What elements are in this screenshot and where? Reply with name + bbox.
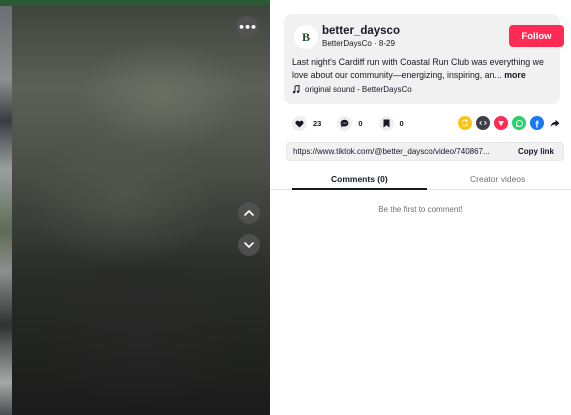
comment-button[interactable]: 0 xyxy=(337,116,363,131)
heart-icon xyxy=(295,120,304,128)
author-username[interactable]: better_daysco xyxy=(322,25,400,37)
post-detail-panel: B better_daysco BetterDaysCo · 8-29 Foll… xyxy=(270,0,571,415)
like-icon-wrap xyxy=(292,116,307,131)
previous-video-button[interactable] xyxy=(238,202,260,224)
avatar-letter: B xyxy=(301,29,310,44)
caption-more-link[interactable]: more xyxy=(504,70,526,80)
video-frame[interactable] xyxy=(12,6,270,415)
follow-button[interactable]: Follow xyxy=(509,25,564,47)
active-tab-indicator xyxy=(292,188,427,190)
send-icon xyxy=(498,121,504,126)
share-arrow-icon xyxy=(550,119,560,127)
post-caption: Last night's Cardiff run with Coastal Ru… xyxy=(292,56,556,81)
tab-comments[interactable]: Comments (0) xyxy=(331,174,388,184)
comments-tabs: Comments (0) Creator videos xyxy=(270,170,571,190)
bookmark-icon xyxy=(383,119,390,128)
facebook-icon xyxy=(535,120,539,127)
next-video-button[interactable] xyxy=(238,234,260,256)
previous-video-thumbnail xyxy=(0,6,12,415)
comment-icon-wrap xyxy=(337,116,353,131)
empty-comments-message: Be the first to comment! xyxy=(378,205,463,214)
repost-button[interactable] xyxy=(458,116,472,130)
embed-button[interactable] xyxy=(476,116,490,130)
chevron-up-icon xyxy=(244,210,254,216)
ellipsis-icon: ••• xyxy=(237,20,257,34)
avatar[interactable]: B xyxy=(294,25,318,49)
comment-count: 0 xyxy=(358,119,363,128)
share-icons xyxy=(458,116,562,130)
save-button[interactable]: 0 xyxy=(378,116,404,131)
post-date: 8-29 xyxy=(378,39,395,48)
whatsapp-icon xyxy=(515,119,523,127)
like-button[interactable]: 23 xyxy=(292,116,321,131)
like-count: 23 xyxy=(313,119,322,128)
facebook-share-button[interactable] xyxy=(530,116,544,130)
save-count: 0 xyxy=(399,119,404,128)
comment-bubble-icon xyxy=(340,119,349,128)
music-note-icon xyxy=(292,85,300,94)
more-options-button[interactable]: ••• xyxy=(236,16,258,38)
copy-link-button[interactable]: Copy link xyxy=(518,147,554,156)
author-subline: BetterDaysCo · 8-29 xyxy=(322,39,395,48)
subline-separator: · xyxy=(371,39,379,48)
repost-icon xyxy=(462,119,469,127)
video-link-box: https://www.tiktok.com/@better_daysco/vi… xyxy=(286,142,564,161)
more-share-button[interactable] xyxy=(548,116,562,130)
sound-link[interactable]: original sound - BetterDaysCo xyxy=(292,85,412,94)
video-url[interactable]: https://www.tiktok.com/@better_daysco/vi… xyxy=(293,147,509,156)
video-player[interactable]: ••• xyxy=(0,6,270,415)
whatsapp-share-button[interactable] xyxy=(512,116,526,130)
sound-label: original sound - BetterDaysCo xyxy=(305,85,412,94)
author-card: B better_daysco BetterDaysCo · 8-29 Foll… xyxy=(284,14,564,104)
chevron-down-icon xyxy=(244,242,254,248)
author-display-name[interactable]: BetterDaysCo xyxy=(322,39,372,48)
send-to-friend-button[interactable] xyxy=(494,116,508,130)
engagement-actions: 23 0 0 xyxy=(292,116,420,131)
tab-creator-videos[interactable]: Creator videos xyxy=(470,174,525,184)
save-icon-wrap xyxy=(378,116,394,131)
embed-icon xyxy=(479,120,487,126)
